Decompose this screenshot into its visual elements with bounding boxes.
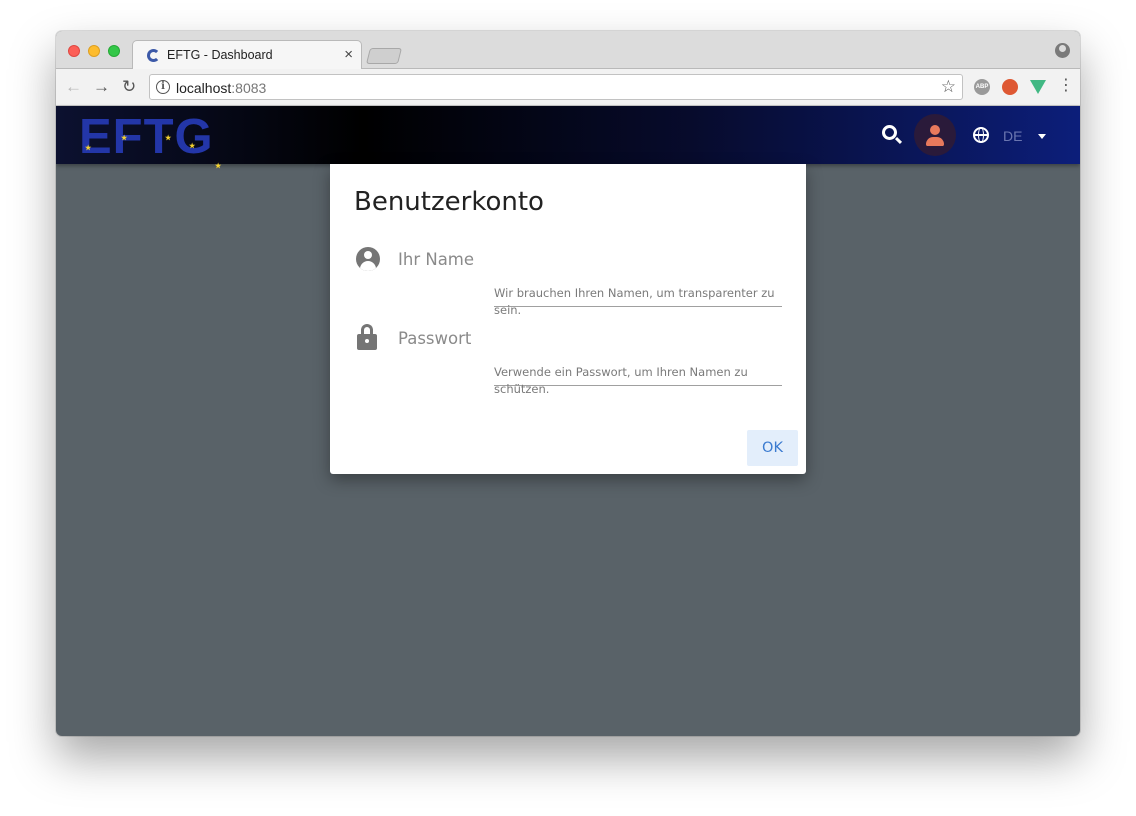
search-icon[interactable] [882, 125, 897, 140]
caret-down-icon[interactable] [1038, 134, 1046, 139]
name-hint: Wir brauchen Ihren Namen, um transparent… [494, 286, 775, 317]
logo-star-icon: ★ [215, 163, 223, 170]
password-hint: Verwende ein Passwort, um Ihren Namen zu… [494, 365, 748, 396]
globe-icon[interactable] [973, 127, 989, 143]
account-circle-icon [356, 247, 380, 271]
account-button[interactable] [914, 114, 956, 156]
tab-eftg-dashboard[interactable]: EFTG - Dashboard × [132, 40, 362, 70]
more-vert-icon[interactable]: ⋮ [1058, 77, 1074, 95]
person-icon-body [926, 137, 944, 146]
star-icon[interactable]: ☆ [941, 77, 956, 97]
duckduckgo-icon[interactable] [1002, 79, 1018, 95]
tab-strip: EFTG - Dashboard × [56, 31, 1080, 70]
url-text: localhost:8083 [176, 80, 266, 96]
browser-profile-icon[interactable] [1055, 43, 1070, 58]
url-host: localhost [176, 80, 232, 96]
browser-window: EFTG - Dashboard × ← → ↻ i localhost:808… [56, 31, 1080, 736]
arrow-right-icon[interactable]: → [93, 77, 110, 97]
adblock-icon[interactable]: ABP [974, 79, 990, 95]
lock-body [357, 334, 377, 350]
language-select[interactable]: DE [1003, 128, 1022, 144]
logo-star-icon: ★ [165, 135, 173, 142]
logo-star-icon: ★ [85, 145, 93, 152]
minimize-window-button[interactable] [88, 45, 100, 57]
app-toolbar: EFTG ★ ★ ★ ★ ★ DE [56, 106, 1080, 171]
password-label: Passwort [398, 329, 472, 348]
site-info-icon[interactable]: i [156, 80, 170, 94]
url-port: :8083 [231, 80, 267, 96]
logo-star-icon: ★ [189, 143, 197, 150]
tab-close-icon[interactable]: × [344, 46, 353, 63]
person-icon [930, 125, 940, 135]
tab-title: EFTG - Dashboard [167, 48, 273, 62]
name-label: Ihr Name [398, 250, 475, 269]
new-tab-button[interactable] [366, 48, 402, 64]
eftg-favicon-icon [147, 49, 160, 62]
dialog-title: Benutzerkonto [354, 187, 544, 217]
maximize-window-button[interactable] [108, 45, 120, 57]
lock-icon [356, 324, 378, 350]
address-bar[interactable]: i localhost:8083 ☆ [149, 74, 963, 100]
account-dialog: Benutzerkonto Ihr Name Wir brauchen Ihre… [330, 164, 806, 474]
logo-star-icon: ★ [121, 135, 129, 142]
eftg-logo[interactable]: EFTG ★ ★ ★ ★ ★ [79, 113, 221, 171]
reload-icon[interactable]: ↻ [122, 77, 136, 97]
ok-button[interactable]: OK [747, 430, 798, 466]
arrow-left-icon[interactable]: ← [65, 77, 82, 97]
browser-toolbar: ← → ↻ i localhost:8083 ☆ ABP ⋮ [56, 69, 1080, 106]
close-window-button[interactable] [68, 45, 80, 57]
vue-devtools-icon[interactable] [1030, 80, 1046, 94]
